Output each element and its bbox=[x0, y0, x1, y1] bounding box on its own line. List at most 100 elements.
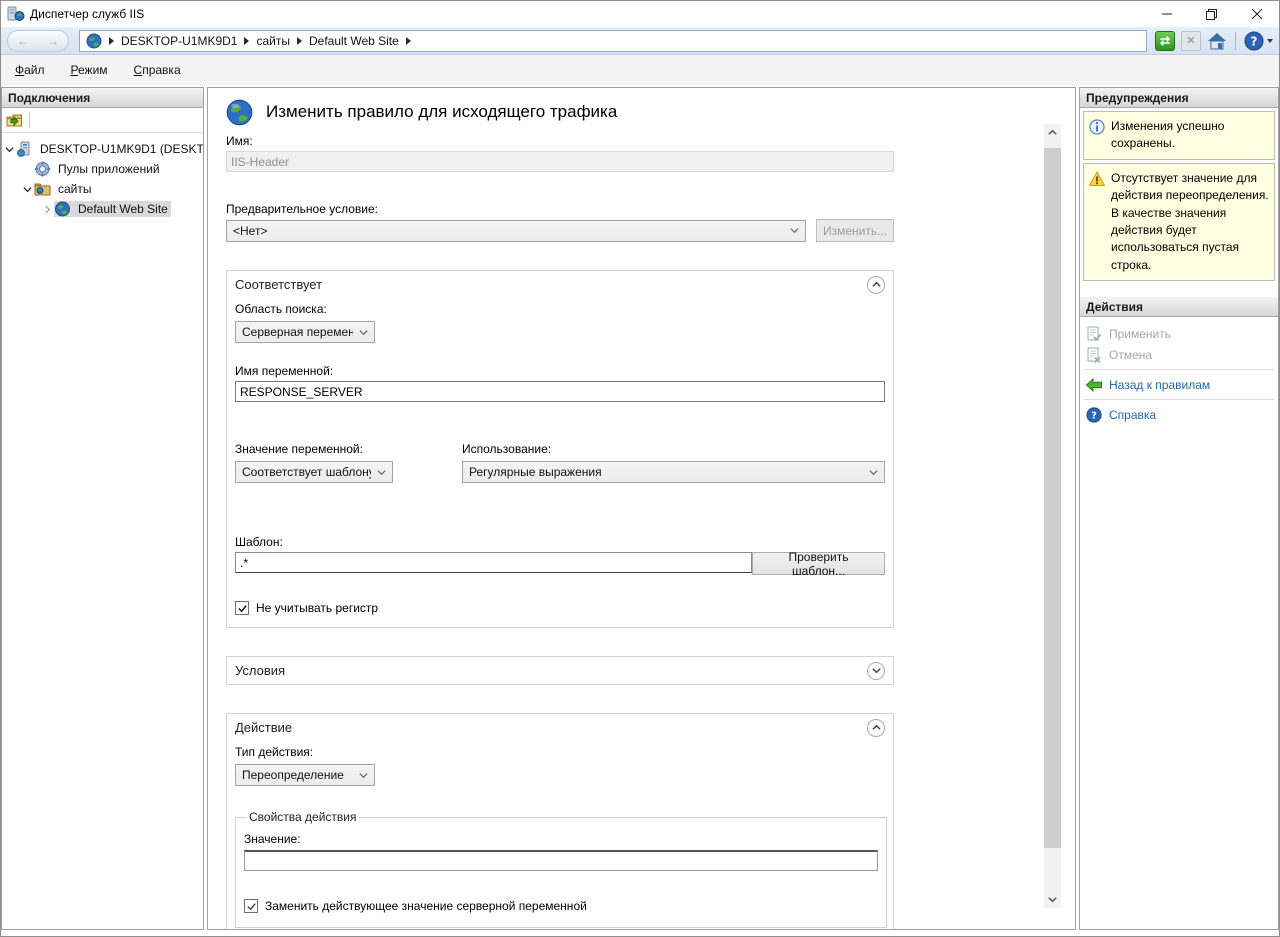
precondition-dropdown[interactable]: <Нет> bbox=[226, 220, 806, 242]
save-connection-icon[interactable] bbox=[6, 113, 23, 128]
action-section-header[interactable]: Действие bbox=[227, 714, 893, 741]
action-type-dropdown[interactable]: Переопределение bbox=[235, 764, 375, 786]
tree-item-sites[interactable]: сайты bbox=[2, 179, 203, 199]
using-label: Использование: bbox=[462, 442, 885, 456]
chevron-down-icon bbox=[377, 468, 386, 477]
chevron-down-icon bbox=[869, 468, 878, 477]
name-field[interactable] bbox=[226, 151, 894, 172]
help-circle-icon: ? bbox=[1086, 407, 1102, 423]
alert-text: Изменения успешно сохранены. bbox=[1111, 118, 1270, 153]
collapse-up-icon[interactable] bbox=[867, 719, 885, 737]
window-title: Диспетчер служб IIS bbox=[30, 7, 144, 21]
alert-info: Изменения успешно сохранены. bbox=[1083, 111, 1275, 160]
scope-dropdown[interactable]: Серверная переменн bbox=[235, 321, 375, 343]
test-pattern-button[interactable]: Проверить шаблон... bbox=[752, 552, 885, 575]
globe-icon[interactable] bbox=[86, 33, 102, 49]
help-menu[interactable]: ? bbox=[1244, 31, 1273, 51]
action-type-label: Тип действия: bbox=[235, 745, 885, 759]
iis-app-icon bbox=[7, 6, 25, 22]
connections-panel: Подключения bbox=[1, 87, 204, 930]
main-content: Изменить правило для исходящего трафика … bbox=[207, 87, 1076, 930]
application-pools-icon bbox=[34, 161, 51, 177]
scroll-down-icon[interactable] bbox=[1044, 891, 1061, 908]
tree-item-label: DESKTOP-U1MK9D1 (DESKTO bbox=[37, 141, 203, 157]
back-arrow-icon bbox=[1086, 378, 1102, 392]
name-label: Имя: bbox=[226, 134, 894, 148]
toolbar-separator bbox=[1235, 32, 1236, 50]
help-link[interactable]: ? Справка bbox=[1080, 404, 1278, 425]
collapse-down-icon[interactable] bbox=[867, 662, 885, 680]
menu-help[interactable]: Справка bbox=[134, 63, 181, 77]
tree-item-label: Default Web Site bbox=[75, 201, 171, 217]
chevron-collapsed-icon[interactable] bbox=[40, 205, 54, 214]
connections-tree: DESKTOP-U1MK9D1 (DESKTO Пулы приложений bbox=[2, 133, 203, 219]
variable-name-field[interactable] bbox=[235, 381, 885, 402]
variable-value-dropdown[interactable]: Соответствует шаблону bbox=[235, 461, 393, 483]
breadcrumb-item-sites[interactable]: сайты bbox=[256, 34, 290, 48]
help-icon[interactable]: ? bbox=[1244, 31, 1264, 51]
chevron-expanded-icon[interactable] bbox=[2, 145, 16, 154]
action-properties-group: Свойства действия Значение: Заменить bbox=[235, 810, 887, 928]
edit-precondition-button[interactable]: Изменить... bbox=[816, 219, 894, 242]
breadcrumb-arrow-icon bbox=[297, 37, 302, 45]
minimize-button[interactable] bbox=[1144, 1, 1189, 27]
chevron-down-icon bbox=[790, 226, 799, 235]
ignore-case-checkbox[interactable] bbox=[235, 601, 249, 615]
vertical-scrollbar[interactable] bbox=[1044, 124, 1061, 908]
help-dropdown-caret-icon bbox=[1267, 39, 1273, 43]
conditions-section: Условия bbox=[226, 656, 894, 685]
action-value-field[interactable] bbox=[244, 850, 878, 871]
actions-header: Действия bbox=[1080, 297, 1278, 317]
check-icon bbox=[246, 901, 257, 912]
toolbar-separator bbox=[29, 112, 30, 128]
action-value-label: Значение: bbox=[244, 832, 878, 846]
menu-view[interactable]: Режим bbox=[71, 63, 108, 77]
using-dropdown[interactable]: Регулярные выражения bbox=[462, 461, 885, 483]
cancel-action[interactable]: Отмена bbox=[1080, 344, 1278, 365]
apply-doc-check-icon bbox=[1086, 326, 1102, 342]
stop-icon[interactable]: ✕ bbox=[1181, 31, 1201, 51]
collapse-up-icon[interactable] bbox=[867, 276, 885, 294]
tree-item-default-web-site[interactable]: Default Web Site bbox=[2, 199, 203, 219]
refresh-icon[interactable]: ⇄ bbox=[1155, 31, 1175, 51]
server-icon bbox=[16, 141, 33, 157]
replace-value-checkbox[interactable] bbox=[244, 899, 258, 913]
page-title: Изменить правило для исходящего трафика bbox=[266, 102, 617, 122]
feature-globe-icon bbox=[226, 99, 253, 126]
info-icon bbox=[1089, 119, 1105, 135]
scrollbar-thumb[interactable] bbox=[1044, 148, 1061, 848]
pattern-label: Шаблон: bbox=[235, 535, 885, 549]
restore-button[interactable] bbox=[1189, 1, 1234, 27]
breadcrumb-item-default-web-site[interactable]: Default Web Site bbox=[309, 34, 399, 48]
chevron-down-icon bbox=[359, 771, 368, 780]
tree-item-label: Пулы приложений bbox=[55, 161, 163, 177]
scope-label: Область поиска: bbox=[235, 302, 885, 316]
connections-toolbar bbox=[2, 108, 203, 133]
sites-folder-icon bbox=[34, 181, 51, 197]
connections-header: Подключения bbox=[2, 88, 203, 108]
breadcrumb-item-server[interactable]: DESKTOP-U1MK9D1 bbox=[121, 34, 237, 48]
forward-icon[interactable]: → bbox=[47, 35, 59, 47]
replace-value-label: Заменить действующее значение серверной … bbox=[265, 899, 587, 913]
chevron-down-icon bbox=[359, 328, 368, 337]
close-button[interactable] bbox=[1234, 1, 1279, 27]
tree-item-app-pools[interactable]: Пулы приложений bbox=[2, 159, 203, 179]
back-icon[interactable]: ← bbox=[17, 35, 29, 47]
pattern-field[interactable] bbox=[235, 552, 752, 573]
action-properties-legend: Свойства действия bbox=[246, 810, 359, 824]
apply-action[interactable]: Применить bbox=[1080, 323, 1278, 344]
menu-file[interactable]: Файл bbox=[15, 63, 45, 77]
breadcrumb: DESKTOP-U1MK9D1 сайты Default Web Site bbox=[79, 30, 1147, 52]
scroll-up-icon[interactable] bbox=[1044, 124, 1061, 141]
tree-item-server[interactable]: DESKTOP-U1MK9D1 (DESKTO bbox=[2, 139, 203, 159]
breadcrumb-arrow-icon bbox=[406, 37, 411, 45]
home-icon[interactable] bbox=[1207, 31, 1227, 51]
ignore-case-label: Не учитывать регистр bbox=[256, 601, 378, 615]
match-section-header[interactable]: Соответствует bbox=[227, 271, 893, 298]
site-globe-icon bbox=[54, 201, 71, 217]
svg-text:?: ? bbox=[1251, 34, 1258, 48]
action-section: Действие Тип действия: Переопределение bbox=[226, 713, 894, 930]
back-to-rules-link[interactable]: Назад к правилам bbox=[1080, 374, 1278, 395]
conditions-section-header[interactable]: Условия bbox=[227, 657, 893, 684]
chevron-expanded-icon[interactable] bbox=[20, 185, 34, 194]
